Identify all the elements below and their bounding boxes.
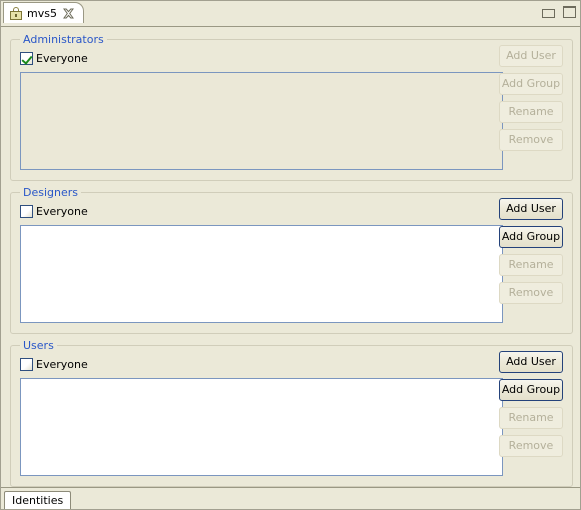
editor-tab-mvs5[interactable]: mvs5 — [3, 2, 84, 23]
editor-window: mvs5 Administrators Everyone Add User Ad… — [0, 0, 581, 510]
users-button-column: Add User Add Group Rename Remove — [499, 351, 563, 457]
group-users: Users Everyone Add User Add Group Rename… — [10, 339, 573, 487]
group-designers: Designers Everyone Add User Add Group Re… — [10, 186, 573, 334]
designers-remove-button[interactable]: Remove — [499, 282, 563, 304]
users-list[interactable] — [20, 378, 503, 476]
designers-list[interactable] — [20, 225, 503, 323]
administrators-button-column: Add User Add Group Rename Remove — [499, 45, 563, 151]
designers-rename-button[interactable]: Rename — [499, 254, 563, 276]
group-designers-label: Designers — [20, 186, 81, 199]
maximize-icon[interactable] — [563, 6, 576, 18]
window-controls — [542, 6, 576, 18]
designers-add-user-button[interactable]: Add User — [499, 198, 563, 220]
bottom-tab-folder: Identities — [1, 487, 580, 509]
group-users-label: Users — [20, 339, 57, 352]
users-remove-button[interactable]: Remove — [499, 435, 563, 457]
administrators-add-group-button[interactable]: Add Group — [499, 73, 563, 95]
users-add-group-button[interactable]: Add Group — [499, 379, 563, 401]
lock-icon — [10, 6, 22, 20]
tab-identities[interactable]: Identities — [4, 491, 72, 509]
users-add-user-button[interactable]: Add User — [499, 351, 563, 373]
administrators-everyone-checkbox[interactable] — [20, 52, 33, 65]
editor-titlebar: mvs5 — [1, 1, 580, 26]
editor-tab-label: mvs5 — [27, 6, 57, 20]
administrators-list[interactable] — [20, 72, 503, 170]
users-rename-button[interactable]: Rename — [499, 407, 563, 429]
users-everyone-checkbox[interactable] — [20, 358, 33, 371]
designers-button-column: Add User Add Group Rename Remove — [499, 198, 563, 304]
designers-add-group-button[interactable]: Add Group — [499, 226, 563, 248]
administrators-rename-button[interactable]: Rename — [499, 101, 563, 123]
users-everyone-checkbox-row[interactable]: Everyone — [20, 358, 88, 371]
administrators-everyone-label: Everyone — [36, 52, 88, 65]
designers-everyone-checkbox-row[interactable]: Everyone — [20, 205, 88, 218]
group-administrators: Administrators Everyone Add User Add Gro… — [10, 33, 573, 181]
users-everyone-label: Everyone — [36, 358, 88, 371]
administrators-everyone-checkbox-row[interactable]: Everyone — [20, 52, 88, 65]
minimize-icon[interactable] — [542, 9, 555, 18]
close-icon[interactable] — [62, 7, 75, 20]
administrators-remove-button[interactable]: Remove — [499, 129, 563, 151]
administrators-add-user-button[interactable]: Add User — [499, 45, 563, 67]
designers-everyone-checkbox[interactable] — [20, 205, 33, 218]
group-administrators-label: Administrators — [20, 33, 107, 46]
identities-form: Administrators Everyone Add User Add Gro… — [1, 26, 580, 487]
designers-everyone-label: Everyone — [36, 205, 88, 218]
